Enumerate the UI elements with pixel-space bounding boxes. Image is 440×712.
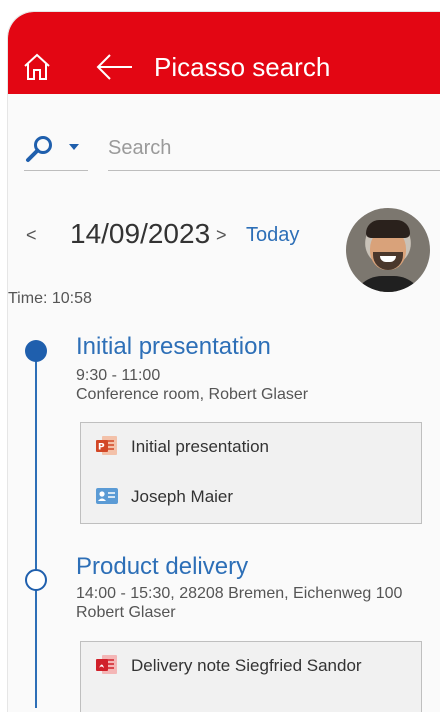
- event-attachments-card: Delivery note Siegfried Sandor: [80, 641, 422, 712]
- home-icon[interactable]: [22, 52, 52, 82]
- event-time-location: 14:00 - 15:30, 28208 Bremen, Eichenweg 1…: [76, 585, 403, 602]
- list-item[interactable]: Delivery note Siegfried Sandor: [81, 642, 421, 692]
- event-location: Conference room, Robert Glaser: [76, 386, 309, 403]
- attachment-label: Initial presentation: [131, 437, 269, 456]
- timeline-dot-upcoming: [25, 569, 47, 591]
- page-title: Picasso search: [154, 52, 331, 82]
- list-item[interactable]: Joseph Maier: [81, 473, 421, 523]
- pdf-icon: [96, 655, 117, 674]
- current-time: Time: 10:58: [8, 290, 92, 307]
- event-title[interactable]: Initial presentation: [76, 333, 271, 361]
- event-organizer: Robert Glaser: [76, 604, 176, 621]
- app-screen: Picasso search < 14/09/2023 > Today Time…: [8, 12, 440, 712]
- search-icon[interactable]: [24, 134, 54, 164]
- attachment-label: Delivery note Siegfried Sandor: [131, 656, 362, 675]
- list-item[interactable]: P Initial presentation: [81, 423, 421, 473]
- next-day-button[interactable]: >: [216, 225, 227, 246]
- timeline-dot-past: [25, 340, 47, 362]
- svg-text:P: P: [98, 443, 105, 453]
- avatar-shirt: [352, 276, 424, 292]
- avatar[interactable]: [346, 208, 430, 292]
- attachment-label: Joseph Maier: [131, 487, 234, 506]
- current-date: 14/09/2023: [70, 218, 211, 249]
- search-bar: [24, 130, 440, 171]
- event-attachments-card: P Initial presentation Joseph Maier: [80, 422, 422, 524]
- contact-card-icon: [96, 488, 118, 504]
- today-link[interactable]: Today: [246, 224, 299, 247]
- chevron-down-icon[interactable]: [68, 142, 80, 152]
- powerpoint-icon: P: [96, 436, 117, 455]
- avatar-hair: [366, 220, 410, 238]
- event-time: 9:30 - 11:00: [76, 367, 161, 384]
- search-input[interactable]: [108, 132, 428, 164]
- event-title[interactable]: Product delivery: [76, 553, 248, 581]
- back-arrow-icon[interactable]: [94, 52, 134, 82]
- timeline-line: [35, 348, 37, 708]
- app-header: Picasso search: [8, 12, 440, 94]
- previous-day-button[interactable]: <: [26, 225, 37, 246]
- search-input-underline: [108, 170, 440, 171]
- search-scope-underline: [24, 170, 88, 171]
